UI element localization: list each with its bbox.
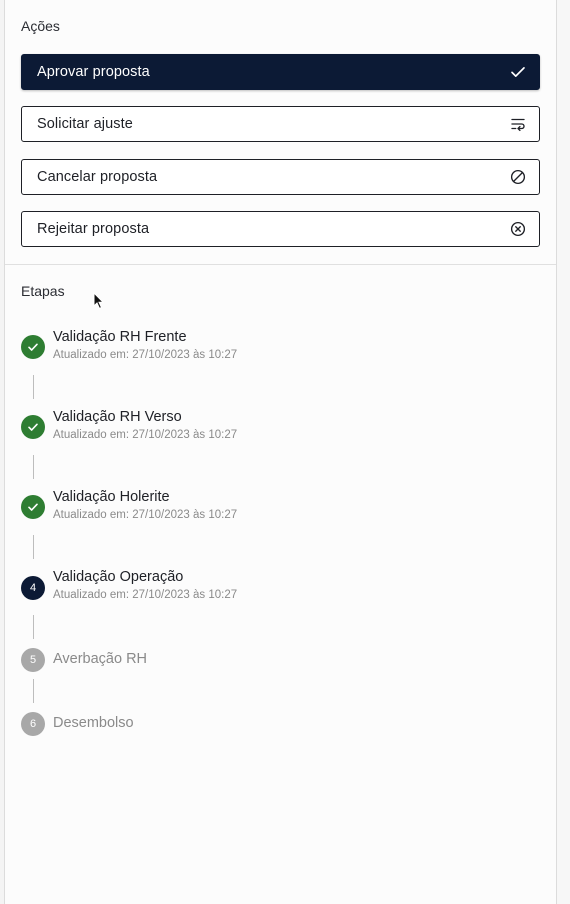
- background-strip: [557, 0, 570, 904]
- cancel-proposal-button[interactable]: Cancelar proposta: [21, 159, 540, 195]
- proposal-side-panel: Ações Aprovar proposta Solicitar ajuste …: [4, 0, 557, 904]
- step-connector: [33, 535, 34, 559]
- check-circle-icon: [21, 495, 45, 519]
- step-title: Validação Operação: [53, 569, 184, 585]
- step-title: Averbação RH: [53, 651, 148, 667]
- step-updated-at: Atualizado em: 27/10/2023 às 10:27: [53, 349, 238, 361]
- cancel-circle-icon: [509, 220, 527, 238]
- step-updated-at: Atualizado em: 27/10/2023 às 10:27: [53, 589, 238, 601]
- step-title: Desembolso: [53, 715, 134, 731]
- step-title: Validação RH Frente: [53, 329, 187, 345]
- step-connector: [33, 679, 34, 703]
- step-connector: [33, 455, 34, 479]
- step-title: Validação Holerite: [53, 489, 170, 505]
- step-updated-at: Atualizado em: 27/10/2023 às 10:27: [53, 509, 238, 521]
- step-number-badge: 4: [21, 576, 45, 600]
- section-divider: [5, 264, 556, 265]
- cancel-proposal-label: Cancelar proposta: [37, 169, 158, 185]
- step-connector: [33, 375, 34, 399]
- wrap-text-icon: [509, 115, 527, 133]
- request-adjustment-button[interactable]: Solicitar ajuste: [21, 106, 540, 142]
- request-adjustment-label: Solicitar ajuste: [37, 116, 133, 132]
- mouse-cursor-icon: [93, 291, 105, 310]
- step-title: Validação RH Verso: [53, 409, 182, 425]
- approve-proposal-button[interactable]: Aprovar proposta: [21, 54, 540, 90]
- step-updated-at: Atualizado em: 27/10/2023 às 10:27: [53, 429, 238, 441]
- check-circle-icon: [21, 335, 45, 359]
- steps-section-title: Etapas: [21, 283, 65, 299]
- block-icon: [509, 168, 527, 186]
- step-connector: [33, 615, 34, 639]
- check-circle-icon: [21, 415, 45, 439]
- step-number-badge: 5: [21, 648, 45, 672]
- actions-section-title: Ações: [21, 18, 60, 34]
- step-number-badge: 6: [21, 712, 45, 736]
- check-icon: [509, 63, 527, 81]
- reject-proposal-button[interactable]: Rejeitar proposta: [21, 211, 540, 247]
- approve-proposal-label: Aprovar proposta: [37, 64, 150, 80]
- reject-proposal-label: Rejeitar proposta: [37, 221, 150, 237]
